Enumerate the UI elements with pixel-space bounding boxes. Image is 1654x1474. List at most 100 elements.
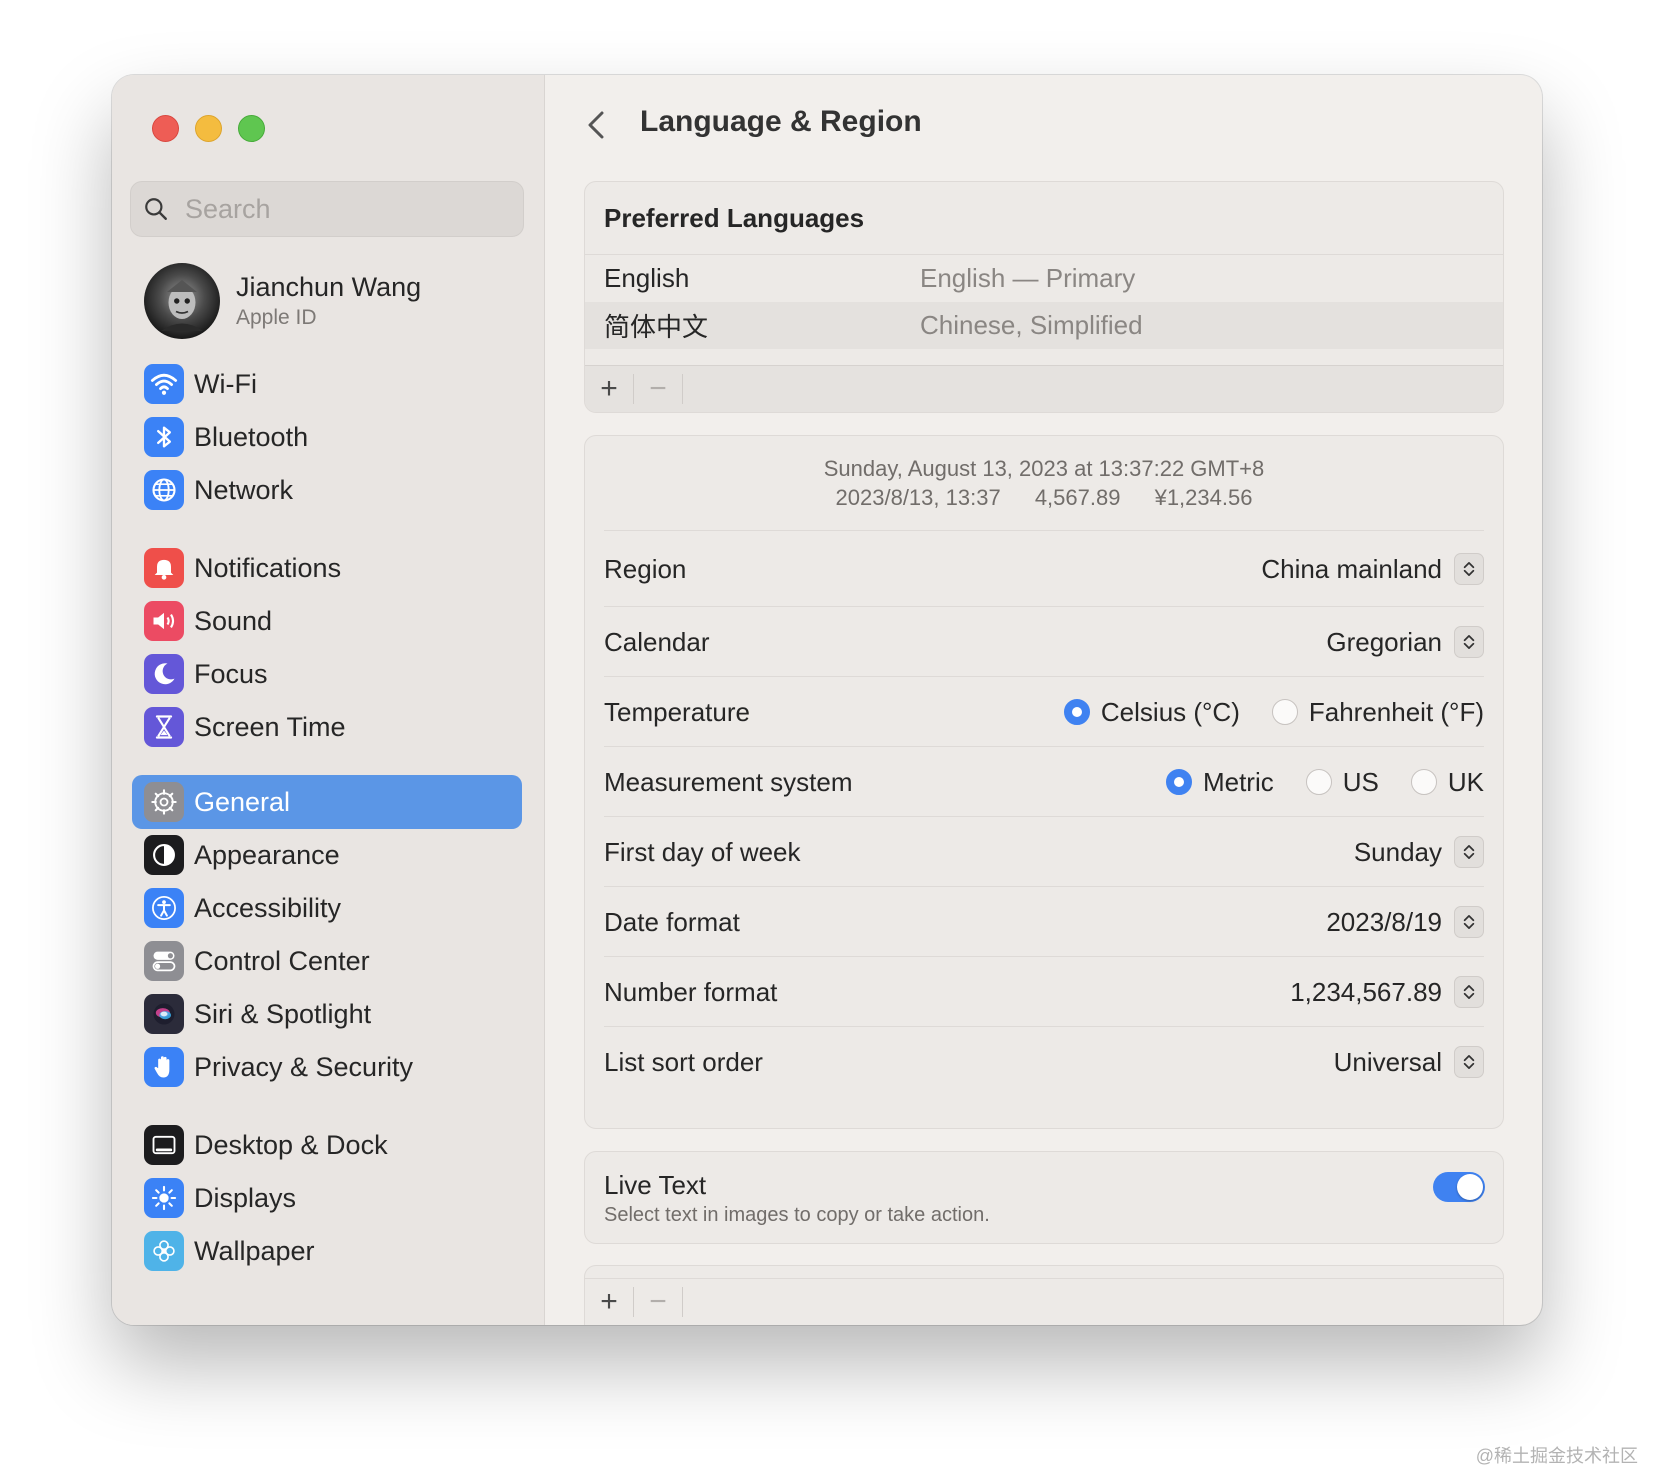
remove-language-button[interactable]: − (634, 372, 683, 405)
sidebar-item-accessibility[interactable]: Accessibility (132, 881, 522, 935)
speaker-icon (144, 601, 184, 641)
region-label: Region (604, 553, 687, 584)
sidebar-item-privacy-security[interactable]: Privacy & Security (132, 1040, 522, 1094)
language-name: English (604, 263, 690, 293)
temperature-radio-group: Celsius (°C) Fahrenheit (°F) (1032, 697, 1484, 728)
search-input[interactable] (183, 192, 507, 226)
region-select[interactable]: China mainland (1261, 553, 1484, 585)
language-row-chinese[interactable]: 简体中文 Chinese, Simplified (585, 302, 1503, 349)
sidebar-item-label: Wi-Fi (194, 368, 257, 399)
sun-icon (144, 1178, 184, 1218)
preview-number: 4,567.89 (1034, 485, 1121, 510)
temperature-option-celsius[interactable]: Celsius (°C) (1063, 697, 1240, 728)
accessibility-icon (144, 888, 184, 928)
app-language-list-footer: + − (585, 1278, 1503, 1325)
sidebar: Jianchun Wang Apple ID Wi-Fi Bluetooth (112, 75, 545, 1325)
radio-button[interactable] (1305, 769, 1332, 795)
sort-order-label: List sort order (604, 1046, 763, 1077)
first-day-row: First day of week Sunday (604, 816, 1484, 887)
updown-chevron-icon (1454, 626, 1484, 658)
temperature-label: Temperature (604, 696, 750, 727)
radio-button[interactable] (1271, 699, 1298, 725)
radio-label: Fahrenheit (°F) (1308, 696, 1484, 727)
sidebar-item-siri-spotlight[interactable]: Siri & Spotlight (132, 987, 522, 1041)
sidebar-item-bluetooth[interactable]: Bluetooth (132, 410, 522, 464)
number-format-value: 1,234,567.89 (1290, 976, 1442, 1007)
first-day-select[interactable]: Sunday (1354, 836, 1484, 868)
temperature-row: Temperature Celsius (°C) Fahrenheit (°F) (604, 676, 1484, 747)
toggles-icon (144, 941, 184, 981)
calendar-label: Calendar (604, 626, 710, 657)
sidebar-item-control-center[interactable]: Control Center (132, 934, 522, 988)
sidebar-item-sound[interactable]: Sound (132, 594, 522, 648)
number-format-select[interactable]: 1,234,567.89 (1290, 976, 1484, 1008)
measurement-option-us[interactable]: US (1305, 766, 1379, 798)
sidebar-item-label: Screen Time (194, 711, 346, 742)
calendar-select[interactable]: Gregorian (1326, 626, 1484, 658)
remove-app-button[interactable]: − (634, 1285, 683, 1318)
sidebar-item-wallpaper[interactable]: Wallpaper (132, 1224, 522, 1278)
date-format-select[interactable]: 2023/8/19 (1326, 906, 1484, 938)
watermark: @稀土掘金技术社区 (1475, 1446, 1638, 1466)
minimize-button[interactable] (195, 115, 222, 142)
sidebar-item-focus[interactable]: Focus (132, 647, 522, 701)
sidebar-item-wifi[interactable]: Wi-Fi (132, 357, 522, 411)
add-language-button[interactable]: + (585, 372, 634, 405)
zoom-button[interactable] (238, 115, 265, 142)
sidebar-item-label: Focus (194, 658, 268, 689)
temperature-option-fahrenheit[interactable]: Fahrenheit (°F) (1271, 696, 1484, 728)
language-name: 简体中文 (604, 312, 709, 342)
updown-chevron-icon (1454, 906, 1484, 938)
sort-order-select[interactable]: Universal (1334, 1046, 1484, 1078)
live-text-toggle[interactable] (1433, 1172, 1485, 1202)
window-controls (152, 115, 265, 142)
number-format-label: Number format (604, 976, 778, 1007)
updown-chevron-icon (1454, 553, 1484, 585)
date-format-label: Date format (604, 906, 740, 937)
sidebar-item-appearance[interactable]: Appearance (132, 828, 522, 882)
date-format-row: Date format 2023/8/19 (604, 886, 1484, 957)
sidebar-item-displays[interactable]: Displays (132, 1171, 522, 1225)
main-pane: Language & Region Preferred Languages En… (544, 75, 1542, 1325)
appearance-icon (144, 835, 184, 875)
live-text-title: Live Text (604, 1170, 707, 1200)
region-settings-card: Sunday, August 13, 2023 at 13:37:22 GMT+… (584, 435, 1504, 1129)
measurement-row: Measurement system Metric US UK (604, 746, 1484, 817)
preferred-languages-heading: Preferred Languages (585, 182, 1503, 255)
avatar (144, 263, 220, 339)
radio-button[interactable] (1410, 769, 1437, 795)
calendar-row: Calendar Gregorian (604, 606, 1484, 677)
hand-icon (144, 1047, 184, 1087)
sidebar-item-desktop-dock[interactable]: Desktop & Dock (132, 1118, 522, 1172)
sidebar-item-screen-time[interactable]: Screen Time (132, 700, 522, 754)
siri-icon (144, 994, 184, 1034)
sidebar-item-label: Sound (194, 605, 273, 636)
date-format-value: 2023/8/19 (1326, 906, 1442, 937)
language-row-english[interactable]: English English — Primary (585, 255, 1503, 302)
number-format-row: Number format 1,234,567.89 (604, 956, 1484, 1027)
sort-order-row: List sort order Universal (604, 1026, 1484, 1097)
search-field[interactable] (130, 181, 524, 237)
flower-icon (144, 1231, 184, 1271)
sidebar-item-notifications[interactable]: Notifications (132, 541, 522, 595)
app-language-list-card: + − (584, 1265, 1504, 1325)
radio-button-selected[interactable] (1165, 769, 1192, 795)
back-button[interactable] (582, 105, 612, 145)
close-button[interactable] (152, 115, 179, 142)
sidebar-item-network[interactable]: Network (132, 463, 522, 517)
radio-button-selected[interactable] (1063, 699, 1090, 725)
language-list-footer: + − (585, 365, 1503, 412)
apple-id-profile[interactable]: Jianchun Wang Apple ID (144, 263, 421, 339)
page-title: Language & Region (640, 105, 922, 138)
calendar-value: Gregorian (1326, 626, 1442, 657)
preferred-languages-card: Preferred Languages English English — Pr… (584, 181, 1504, 413)
search-icon (145, 198, 167, 220)
measurement-option-uk[interactable]: UK (1410, 767, 1484, 798)
measurement-option-metric[interactable]: Metric (1165, 767, 1274, 798)
add-app-button[interactable]: + (585, 1285, 634, 1318)
sidebar-item-general[interactable]: General (132, 775, 522, 829)
dock-icon (144, 1125, 184, 1165)
settings-window: Jianchun Wang Apple ID Wi-Fi Bluetooth (112, 75, 1542, 1325)
gear-icon (144, 782, 184, 822)
radio-label: US (1342, 766, 1379, 797)
